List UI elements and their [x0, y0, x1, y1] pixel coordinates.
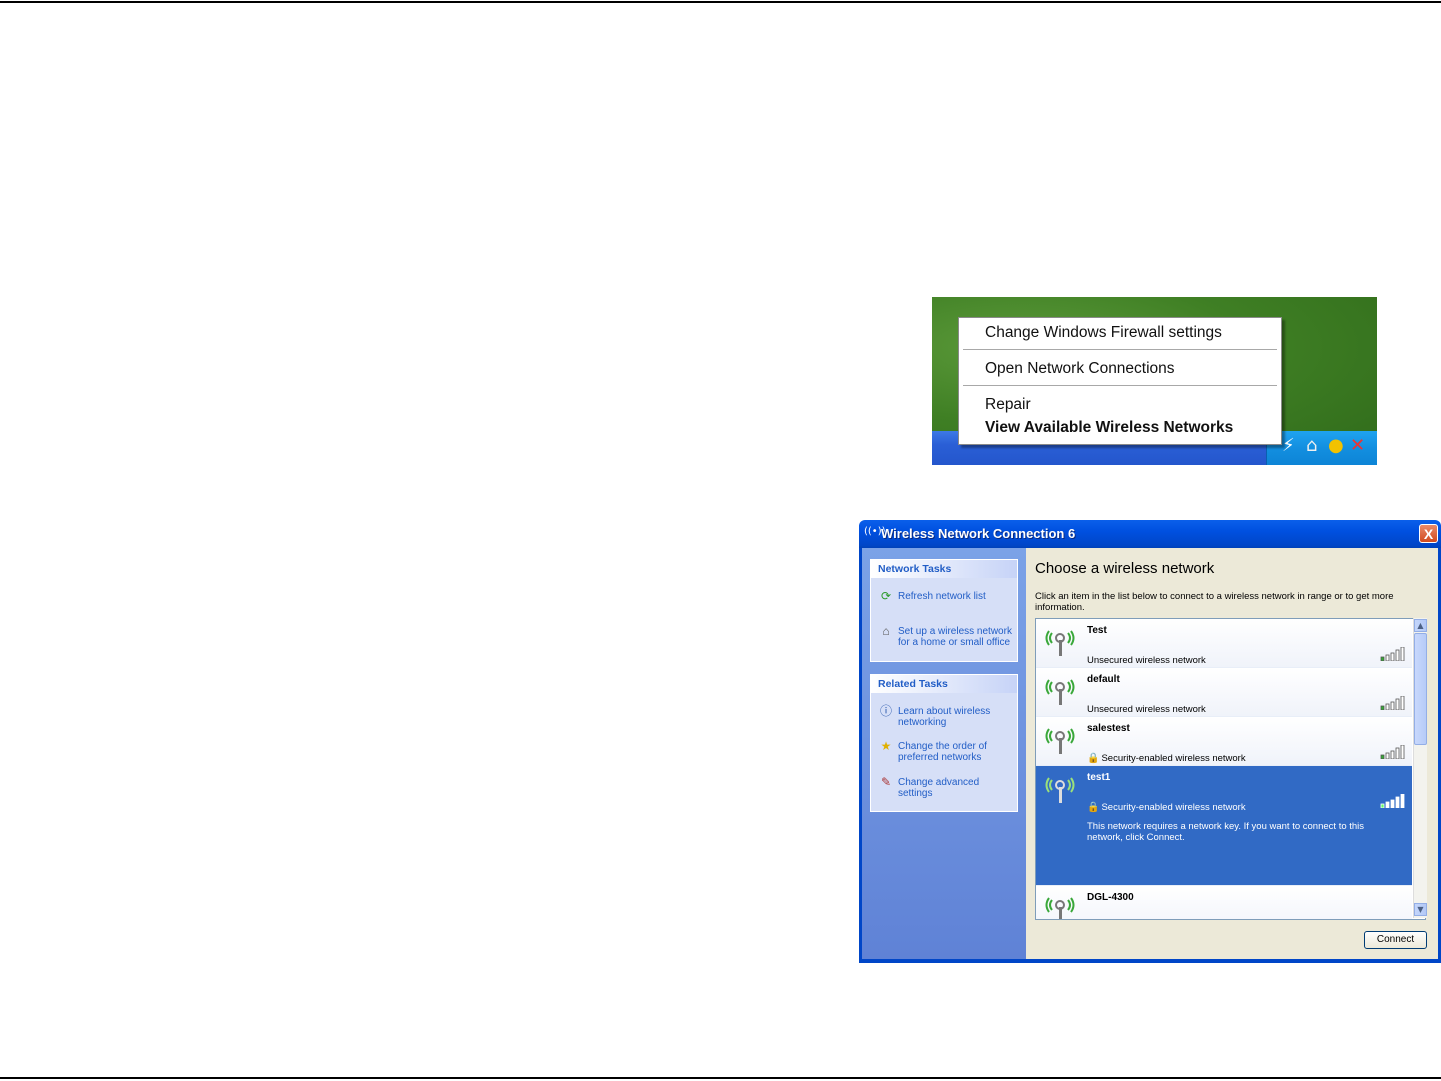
network-ssid: salestest: [1087, 723, 1130, 734]
task-label: Set up a wireless network for a home or …: [898, 626, 1012, 648]
lock-icon: 🔒: [1087, 802, 1100, 813]
settings-icon: ✎: [880, 775, 892, 789]
wireless-antenna-icon: [1044, 725, 1076, 755]
network-message: This network requires a network key. If …: [1087, 821, 1365, 843]
lock-icon: 🔒: [1087, 753, 1100, 764]
home-icon[interactable]: ⌂: [1306, 435, 1317, 457]
network-ssid: DGL-4300: [1087, 892, 1134, 903]
refresh-icon: ⟳: [880, 589, 892, 603]
star-icon: ★: [880, 739, 892, 753]
scrollbar[interactable]: ▲ ▼: [1413, 618, 1427, 918]
tray-context-screenshot: ⚡ ⌂ ● ✕ Change Windows Firewall settings…: [932, 297, 1377, 465]
menu-item-firewall[interactable]: Change Windows Firewall settings: [985, 324, 1222, 342]
menu-item-repair[interactable]: Repair: [985, 396, 1031, 414]
wireless-antenna-icon: [1044, 774, 1076, 804]
network-item[interactable]: salestest 🔒 Security-enabled wireless netw…: [1036, 717, 1412, 766]
signal-strength-icon: [1380, 744, 1406, 760]
network-item[interactable]: Test Unsecured wireless network: [1036, 619, 1412, 668]
network-list[interactable]: Test Unsecured wireless network default Uns…: [1035, 618, 1426, 920]
network-item[interactable]: default Unsecured wireless network: [1036, 668, 1412, 717]
signal-strength-icon: [1380, 646, 1406, 662]
signal-strength-icon: [1380, 793, 1406, 809]
menu-separator: [963, 385, 1277, 386]
network-status: 🔒 Security-enabled wireless network: [1087, 753, 1246, 764]
network-status-text: Security-enabled wireless network: [1101, 802, 1246, 813]
network-tasks-header: Network Tasks: [871, 560, 1017, 578]
network-error-icon[interactable]: ✕: [1350, 435, 1365, 457]
page-title: Choose a wireless network: [1035, 560, 1215, 577]
menu-item-view-wireless[interactable]: View Available Wireless Networks: [985, 419, 1233, 437]
wireless-antenna-icon: [1044, 894, 1076, 919]
wireless-antenna-icon: [1044, 627, 1076, 657]
network-status-text: Security-enabled wireless network: [1101, 753, 1246, 764]
task-label: Learn about wireless networking: [898, 706, 991, 728]
network-item[interactable]: DGL-4300: [1036, 886, 1412, 919]
close-button[interactable]: X: [1419, 524, 1438, 543]
security-shield-icon[interactable]: ●: [1328, 435, 1344, 457]
bottom-rule: [0, 1077, 1441, 1079]
info-icon: ⓘ: [879, 704, 892, 718]
network-status: Unsecured wireless network: [1087, 704, 1206, 715]
title-bar[interactable]: ((•)) Wireless Network Connection 6 X: [859, 520, 1441, 548]
context-menu: Change Windows Firewall settings Open Ne…: [958, 317, 1282, 445]
task-label: Change advanced settings: [898, 777, 980, 799]
network-ssid: Test: [1087, 625, 1107, 636]
wireless-disconnected-icon[interactable]: ⚡: [1282, 435, 1295, 457]
window-title: Wireless Network Connection 6: [881, 526, 1076, 541]
menu-item-open-connections[interactable]: Open Network Connections: [985, 360, 1175, 378]
network-status-text: Unsecured wireless network: [1087, 655, 1206, 666]
network-status-text: Unsecured wireless network: [1087, 704, 1206, 715]
wireless-icon: ((•)): [864, 526, 886, 537]
network-tasks-box: Network Tasks ⟳ Refresh network list ⌂ S…: [870, 559, 1018, 662]
task-pane: Network Tasks ⟳ Refresh network list ⌂ S…: [862, 548, 1026, 959]
network-status: 🔒 Security-enabled wireless network: [1087, 802, 1246, 813]
related-tasks-header: Related Tasks: [871, 675, 1017, 693]
wireless-network-dialog: ((•)) Wireless Network Connection 6 X Ne…: [859, 520, 1441, 963]
instructions-text: Click an item in the list below to conne…: [1035, 591, 1394, 613]
task-label: Refresh network list: [898, 591, 986, 602]
top-rule: [0, 1, 1441, 3]
network-status: Unsecured wireless network: [1087, 655, 1206, 666]
related-tasks-box: Related Tasks ⓘ Learn about wireless net…: [870, 674, 1018, 812]
connect-button[interactable]: Connect: [1364, 931, 1427, 949]
network-item[interactable]: test1 🔒 Security-enabled wireless network T…: [1036, 766, 1412, 886]
signal-strength-icon: [1380, 695, 1406, 711]
scroll-up-button[interactable]: ▲: [1414, 619, 1427, 632]
network-list-pane: Choose a wireless network Click an item …: [1026, 548, 1438, 959]
wireless-antenna-icon: [1044, 676, 1076, 706]
setup-network-icon: ⌂: [882, 624, 890, 638]
menu-separator: [963, 349, 1277, 350]
scroll-thumb[interactable]: [1414, 633, 1427, 745]
task-label: Change the order of preferred networks: [898, 741, 987, 763]
network-ssid: test1: [1087, 772, 1111, 783]
scroll-down-button[interactable]: ▼: [1414, 903, 1427, 916]
network-ssid: default: [1087, 674, 1120, 685]
